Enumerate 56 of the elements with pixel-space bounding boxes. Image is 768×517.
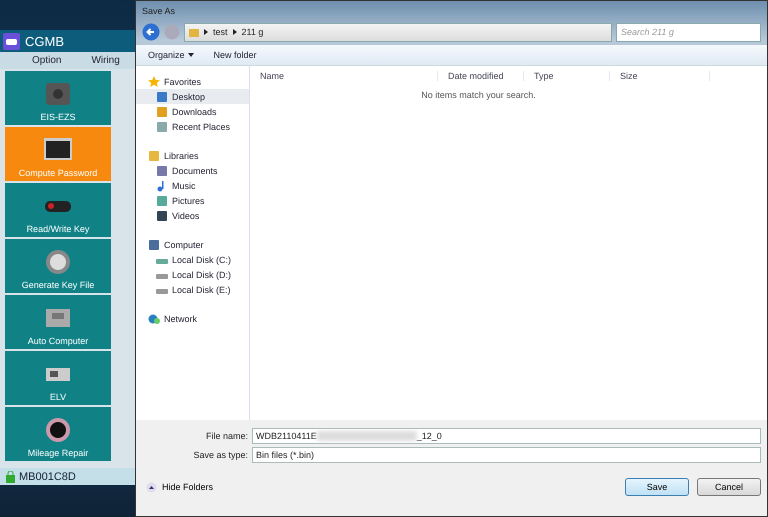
- back-icon[interactable]: [142, 23, 160, 41]
- tile-label: Mileage Repair: [28, 448, 88, 458]
- file-type-dropdown[interactable]: Bin files (*.bin): [252, 447, 761, 463]
- address-bar[interactable]: test 211 g: [184, 22, 612, 42]
- tile-label: ELV: [50, 392, 66, 402]
- toolbar-button[interactable]: Organize: [148, 50, 194, 60]
- toolbar-button[interactable]: New folder: [214, 50, 257, 60]
- tile-label: Read/Write Key: [26, 224, 90, 234]
- nav-item[interactable]: Libraries: [136, 148, 249, 163]
- field-label: File name:: [204, 431, 248, 441]
- star-icon: [148, 76, 160, 88]
- column-header[interactable]: Size: [610, 71, 710, 81]
- path-segment[interactable]: test: [213, 27, 228, 37]
- empty-message: No items match your search.: [421, 90, 536, 100]
- nav-item[interactable]: Network: [136, 311, 249, 326]
- nav-item[interactable]: Desktop: [136, 89, 249, 104]
- nav-item[interactable]: Favorites: [136, 74, 249, 89]
- function-tile[interactable]: Generate Key File: [5, 239, 111, 293]
- function-tile[interactable]: EIS-EZS: [5, 71, 111, 125]
- chevron-icon: [204, 29, 208, 35]
- nav-item[interactable]: Pictures: [136, 193, 249, 208]
- path-segment[interactable]: 211 g: [242, 27, 264, 37]
- device-id: MB001C8D: [19, 470, 76, 482]
- function-tile[interactable]: ELV: [5, 351, 111, 405]
- nav-item[interactable]: Local Disk (C:): [136, 252, 249, 267]
- tile-label: EIS-EZS: [40, 112, 76, 122]
- nav-item[interactable]: Documents: [136, 163, 249, 178]
- dialog-title: Save As: [142, 6, 176, 16]
- nav-item[interactable]: Recent Places: [136, 119, 249, 134]
- function-tile[interactable]: Auto Computer: [5, 295, 111, 349]
- dialog-button[interactable]: Save: [625, 478, 689, 496]
- nav-item[interactable]: Computer: [136, 237, 249, 252]
- file-name-field[interactable]: WDB2110411E _12_0: [252, 428, 761, 444]
- nav-item[interactable]: Videos: [136, 208, 249, 223]
- collapse-icon: [146, 482, 157, 492]
- nav-item[interactable]: Local Disk (E:): [136, 282, 249, 297]
- menu-item[interactable]: Wiring: [91, 55, 120, 66]
- tile-label: Compute Password: [18, 168, 98, 178]
- function-tile[interactable]: Read/Write Key: [5, 183, 111, 237]
- field-label: Save as type:: [192, 450, 248, 460]
- hide-folders-button[interactable]: Hide Folders: [146, 482, 617, 492]
- chevron-icon: [232, 29, 237, 35]
- tile-label: Auto Computer: [28, 336, 88, 346]
- column-header[interactable]: Type: [524, 71, 610, 81]
- globe-icon: [148, 312, 160, 324]
- tile-label: Generate Key File: [22, 280, 94, 290]
- nav-item[interactable]: Local Disk (D:): [136, 267, 249, 282]
- app-title: CGMB: [25, 34, 64, 48]
- dialog-button[interactable]: Cancel: [697, 478, 761, 496]
- menu-item[interactable]: Option: [32, 55, 62, 66]
- column-header[interactable]: Date modified: [438, 71, 524, 81]
- nav-item[interactable]: Music: [136, 178, 249, 193]
- function-tile[interactable]: Mileage Repair: [5, 407, 111, 461]
- column-header[interactable]: Name: [250, 71, 438, 81]
- search-field[interactable]: Search 211 g: [616, 22, 761, 42]
- nav-item[interactable]: Downloads: [136, 104, 249, 119]
